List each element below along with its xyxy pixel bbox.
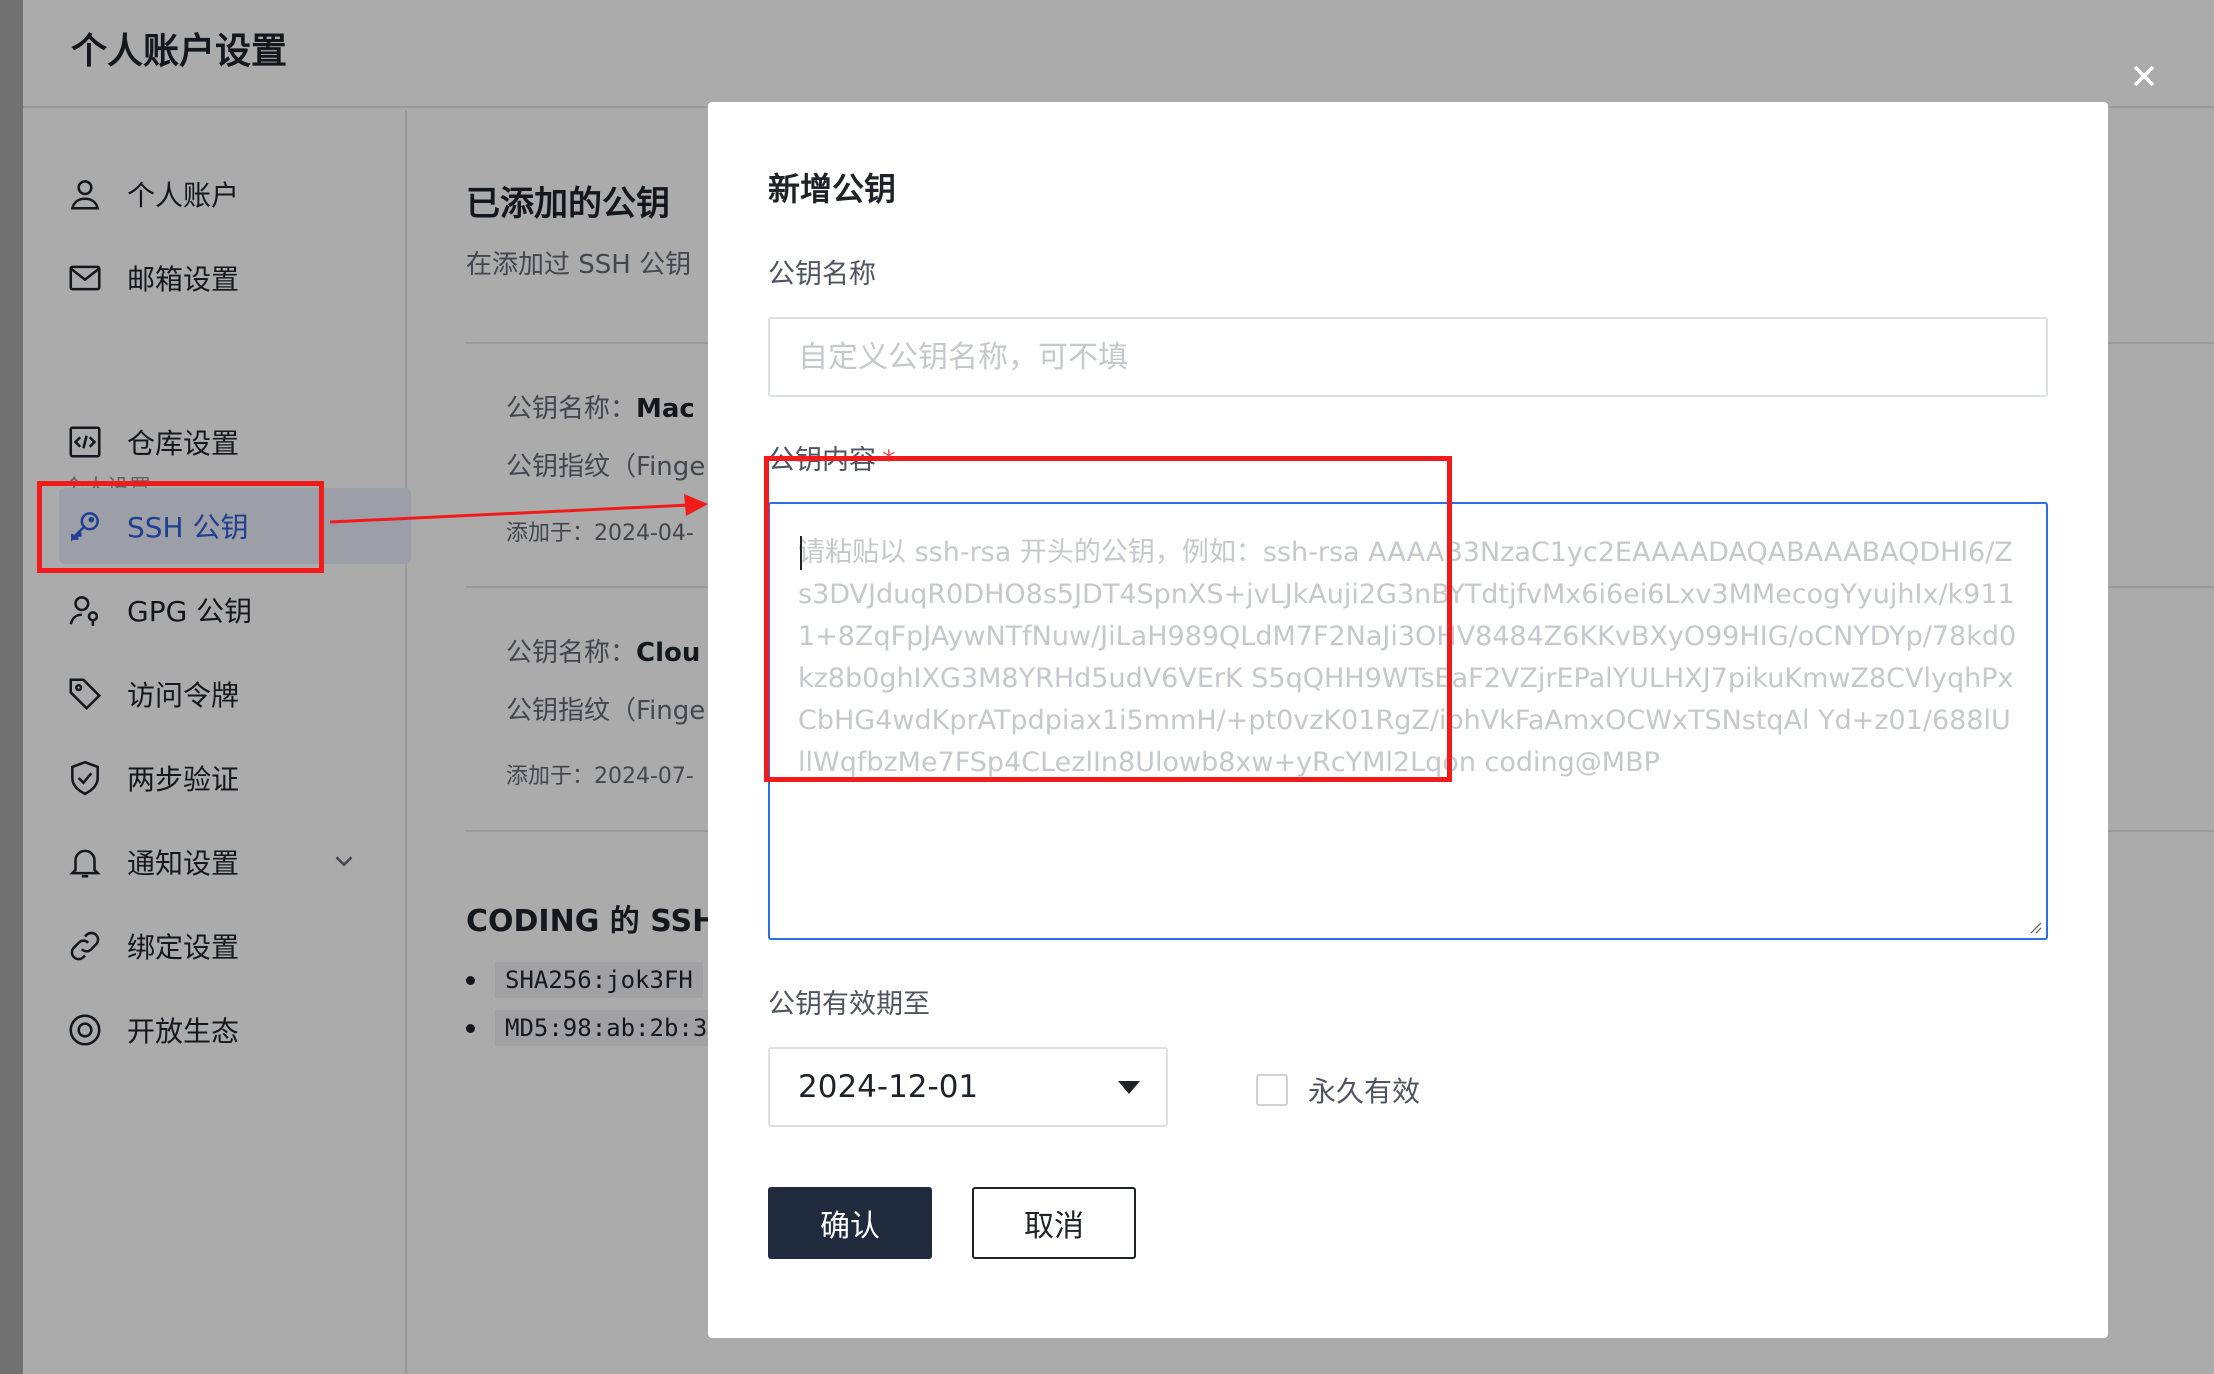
annotation-box-textarea bbox=[764, 456, 1452, 782]
expiry-label: 公钥有效期至 bbox=[768, 989, 930, 1020]
checkbox-box[interactable] bbox=[1256, 1074, 1288, 1106]
cancel-button[interactable]: 取消 bbox=[972, 1187, 1136, 1259]
annotation-box-sidebar bbox=[37, 481, 324, 573]
permanent-label: 永久有效 bbox=[1308, 1075, 1421, 1108]
expiry-date-select[interactable]: 2024-12-01 bbox=[768, 1047, 1168, 1127]
key-name-input[interactable] bbox=[768, 317, 2048, 397]
modal-title: 新增公钥 bbox=[768, 170, 897, 208]
expiry-date-value: 2024-12-01 bbox=[798, 1069, 979, 1105]
permanent-checkbox[interactable]: 永久有效 bbox=[1256, 1070, 1420, 1110]
caret-down-icon bbox=[1118, 1081, 1140, 1094]
close-icon[interactable] bbox=[2126, 58, 2162, 94]
resize-grip-icon[interactable] bbox=[2026, 918, 2042, 934]
confirm-button[interactable]: 确认 bbox=[768, 1187, 932, 1259]
key-name-label: 公钥名称 bbox=[768, 259, 876, 290]
